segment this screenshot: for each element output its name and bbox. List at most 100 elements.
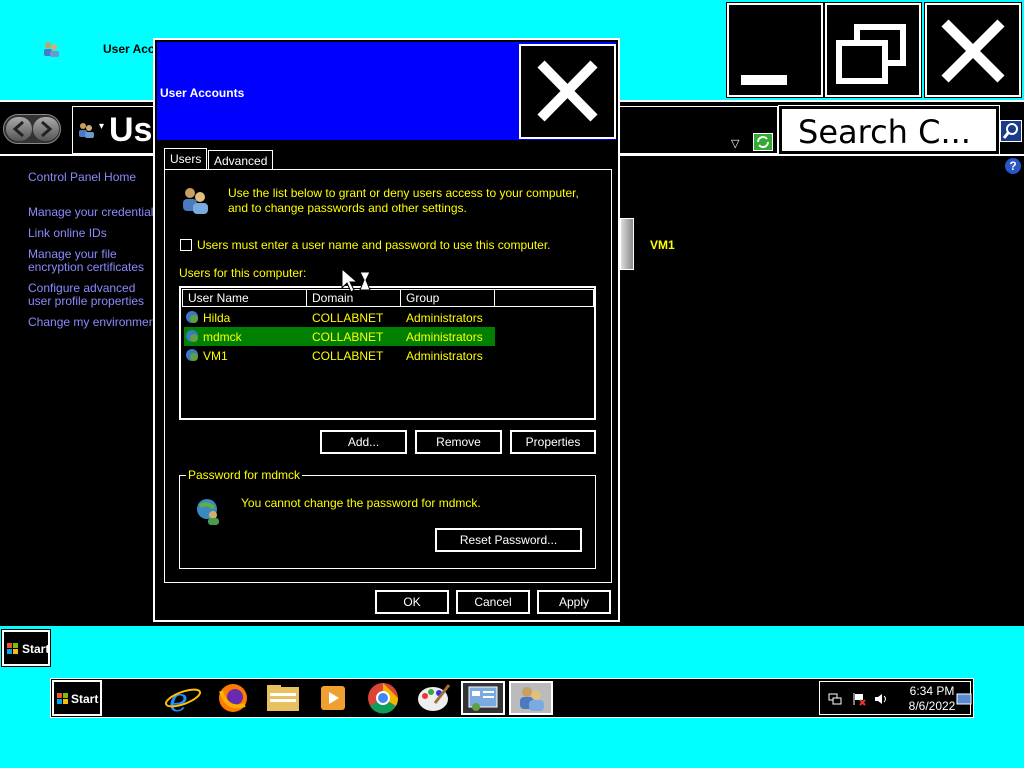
breadcrumb-caret-icon[interactable]: ▾ [99,121,104,132]
dialog-title-bar: User Accounts [157,42,616,140]
account-name: VM1 [650,238,675,252]
refresh-icon [757,136,769,148]
cell-group: Administrators [406,311,483,325]
outer-window-title: User Accounts [103,42,153,56]
search-input[interactable]: Search C... [778,105,1000,155]
dialog-close-button[interactable] [519,44,616,139]
nav-manage-credentials[interactable]: Manage your credentials [28,206,156,219]
ok-button[interactable]: OK [374,589,450,615]
close-icon [537,60,598,122]
address-dropdown-icon[interactable]: ▽ [731,137,739,150]
forward-button[interactable] [33,117,59,141]
taskbar: Start e 6:34 PM 8/6/2022 [50,678,974,719]
taskbar-user-accounts[interactable] [509,681,553,715]
restore-icon [836,24,906,84]
properties-button[interactable]: Properties [509,429,597,455]
system-tray: 6:34 PM 8/6/2022 [819,681,972,715]
taskbar-file-explorer[interactable] [261,681,305,715]
user-accounts-dialog: User Accounts Users Advanced Use the lis… [153,38,620,622]
user-globe-icon [197,499,219,525]
taskbar-media-player[interactable] [311,681,355,715]
cell-group: Administrators [406,349,483,363]
media-player-icon [321,686,345,710]
minimize-icon [741,75,787,85]
user-accounts-icon [44,42,59,57]
chrome-icon [368,683,399,714]
start-label: Start [22,642,50,656]
apply-button[interactable]: Apply [536,589,612,615]
nav-environment-variables[interactable]: Change my environment variables [28,316,156,329]
taskbar-control-panel[interactable] [461,681,505,715]
cell-domain: COLLABNET [312,349,384,363]
control-panel-icon [468,686,498,711]
close-icon [941,19,1005,83]
taskbar-paint[interactable] [411,681,455,715]
back-arrow-icon [12,120,24,138]
minimize-button[interactable] [726,2,824,98]
windows-logo-icon [7,643,18,654]
busy-cursor-icon [341,268,371,293]
close-button[interactable] [924,2,1022,98]
add-button[interactable]: Add... [319,429,408,455]
table-row[interactable]: Hilda COLLABNET Administrators [184,308,495,327]
svg-text:e: e [169,681,188,715]
network-icon[interactable] [828,692,842,706]
cell-group: Administrators [406,330,483,344]
start-button-small[interactable]: Start [1,629,51,667]
users-icon [183,188,208,214]
password-group-label: Password for mdmck [186,468,303,482]
require-password-label[interactable]: Users must enter a user name and passwor… [197,238,551,252]
cell-domain: COLLABNET [312,330,384,344]
reset-password-button[interactable]: Reset Password... [434,527,583,553]
cancel-button[interactable]: Cancel [455,589,531,615]
cell-user-name: mdmck [203,330,242,344]
search-icon [1002,123,1018,139]
search-button[interactable] [1000,120,1022,142]
table-row-selected[interactable]: mdmck COLLABNET Administrators [184,327,495,346]
column-user-name[interactable]: User Name [182,289,307,307]
cell-domain: COLLABNET [312,311,384,325]
table-row[interactable]: VM1 COLLABNET Administrators [184,346,495,365]
account-picture [620,218,634,270]
start-button[interactable]: Start [52,680,102,716]
user-icon [186,349,198,361]
tab-advanced[interactable]: Advanced [208,150,274,170]
nav-link-online-ids[interactable]: Link online IDs [28,227,156,240]
nav-file-encryption[interactable]: Manage your file encryption certificates [28,248,156,274]
users-list-label: Users for this computer: [179,266,307,280]
nav-control-panel-home[interactable]: Control Panel Home [28,171,156,184]
back-button[interactable] [6,117,32,141]
remove-button[interactable]: Remove [414,429,503,455]
nav-advanced-profile[interactable]: Configure advanced user profile properti… [28,282,156,308]
firefox-icon [219,684,247,712]
users-list[interactable]: User Name Domain Group Hilda COLLABNET A… [179,286,596,420]
cell-user-name: Hilda [203,311,231,325]
action-center-flag-icon[interactable] [852,692,866,706]
require-password-checkbox[interactable] [180,239,192,251]
internet-explorer-icon: e [164,681,202,719]
user-icon [186,311,198,323]
column-empty [494,289,594,307]
help-icon[interactable]: ? [1005,158,1021,174]
paint-icon [418,684,451,711]
volume-icon[interactable] [874,692,888,706]
info-text: Use the list below to grant or deny user… [228,186,579,215]
refresh-button[interactable] [753,133,773,151]
start-label: Start [71,692,99,706]
password-message: You cannot change the password for mdmck… [241,496,481,510]
file-explorer-icon [267,685,299,711]
forward-arrow-icon [41,120,53,138]
taskbar-chrome[interactable] [361,681,405,715]
show-desktop-icon[interactable] [956,692,972,706]
column-group[interactable]: Group [400,289,495,307]
user-icon [186,330,198,342]
password-group: Password for mdmck You cannot change the… [179,468,596,569]
nav-buttons [3,114,61,144]
user-accounts-icon [79,123,94,138]
tab-users[interactable]: Users [164,148,208,170]
dialog-title: User Accounts [160,86,245,100]
users-tab-panel: Use the list below to grant or deny user… [164,169,612,583]
taskbar-firefox[interactable] [211,681,255,715]
taskbar-internet-explorer[interactable]: e [161,681,205,719]
restore-button[interactable] [824,2,922,98]
